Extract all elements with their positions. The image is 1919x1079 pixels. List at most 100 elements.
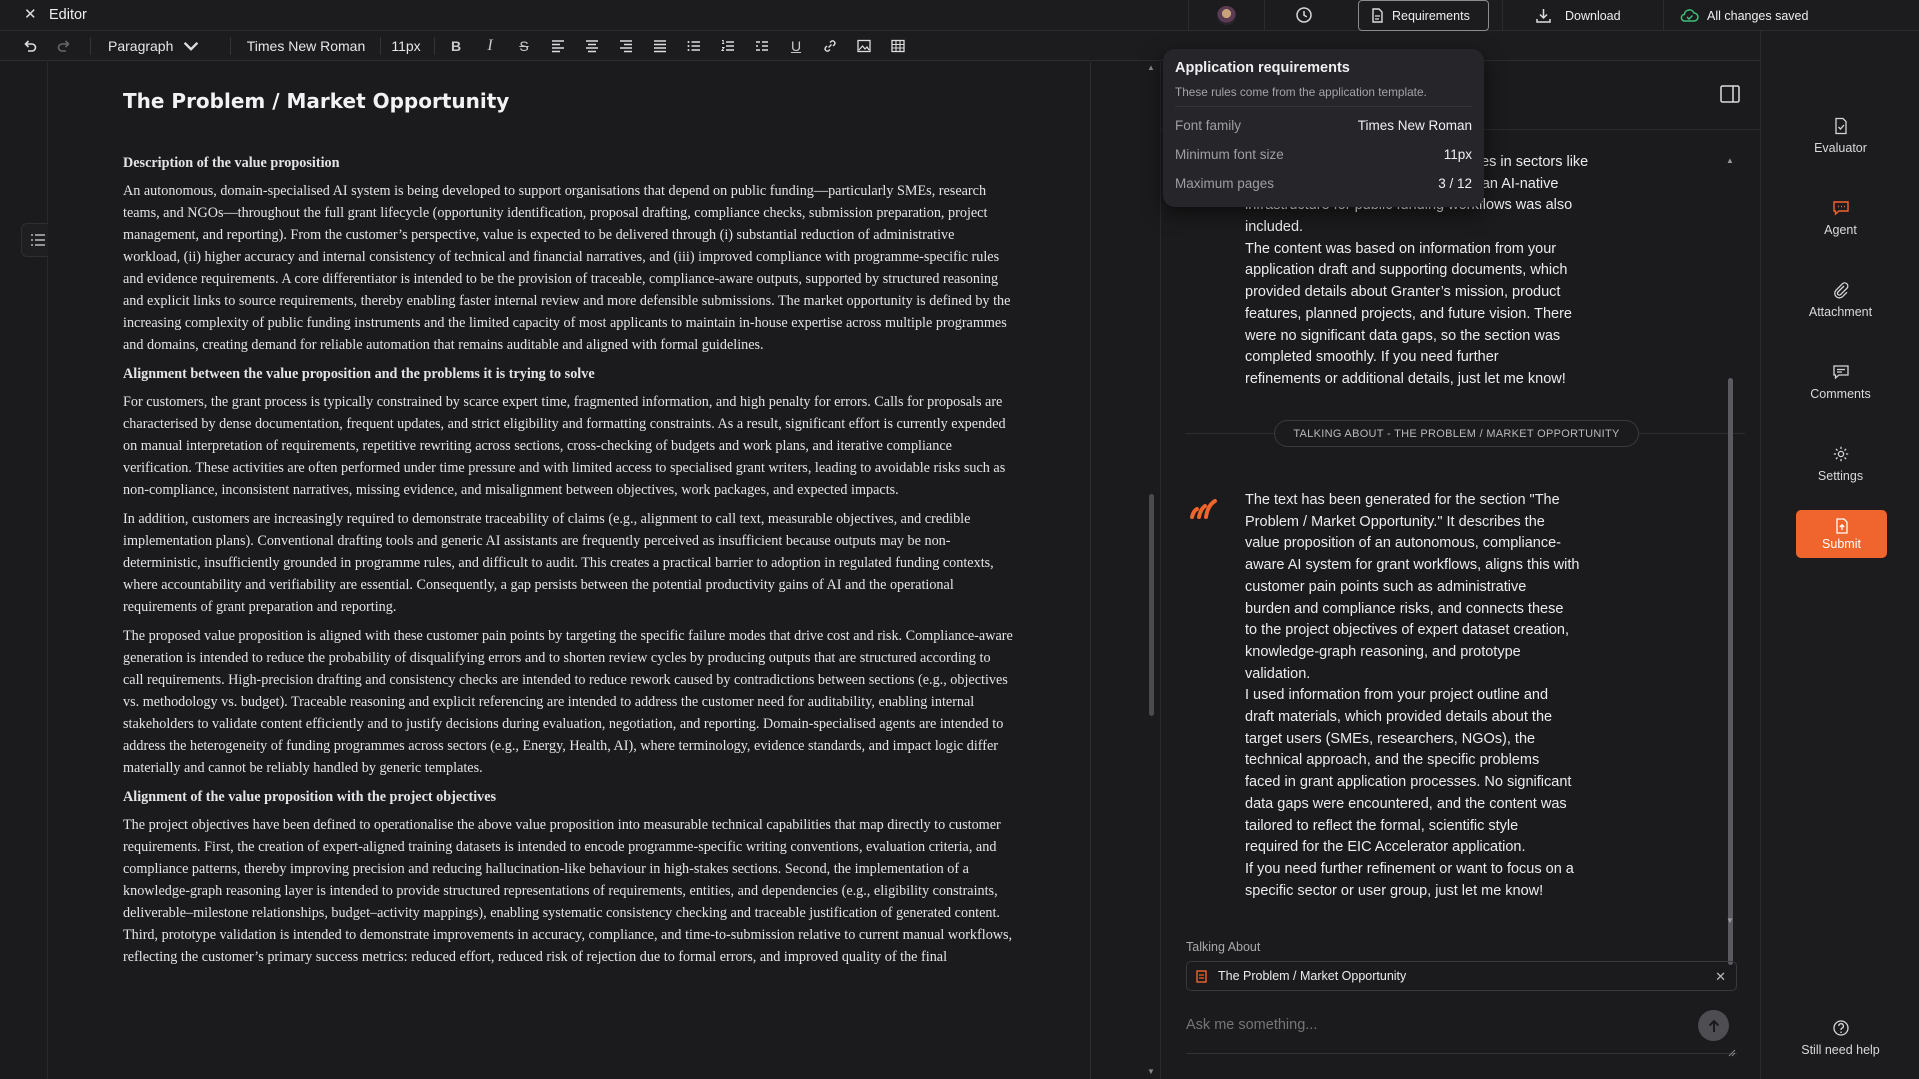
- paragraph: For customers, the grant process is typi…: [123, 394, 1006, 498]
- strikethrough-icon[interactable]: S: [514, 31, 534, 61]
- list-icon: [30, 233, 46, 247]
- message-line: validation.: [1245, 665, 1311, 682]
- italic-icon[interactable]: I: [480, 31, 500, 61]
- paragraph: In addition, customers are increasingly …: [123, 511, 994, 615]
- popup-title: Application requirements: [1175, 60, 1350, 76]
- numbered-list-icon[interactable]: [718, 31, 738, 61]
- download-button[interactable]: Download: [1535, 0, 1621, 31]
- section-heading: Description of the value proposition: [123, 155, 340, 171]
- chat-scroll-thumb[interactable]: [1728, 378, 1733, 965]
- requirement-row-font-family: Font family Times New Roman: [1175, 118, 1472, 133]
- message-line: aware AI system for grant workflows, ali…: [1245, 557, 1580, 574]
- font-size-select[interactable]: 11px: [384, 31, 428, 61]
- submit-button[interactable]: Submit: [1796, 510, 1887, 558]
- panel-toggle-icon[interactable]: [1720, 85, 1740, 108]
- rail-item-agent[interactable]: Agent: [1761, 199, 1919, 237]
- link-icon[interactable]: [820, 31, 840, 61]
- message-line: value proposition of an autonomous, comp…: [1245, 535, 1561, 552]
- message-line: completed smoothly. If you need further: [1245, 349, 1499, 366]
- top-bar: ✕ Editor Requirements Download All chang…: [0, 0, 1919, 31]
- undo-icon[interactable]: [19, 31, 41, 61]
- requirements-popup: Application requirements These rules com…: [1163, 49, 1484, 207]
- comment-icon: [1832, 363, 1850, 387]
- paragraph: The proposed value proposition is aligne…: [123, 628, 1013, 776]
- submit-document-icon: [1835, 517, 1849, 534]
- underline-icon[interactable]: U: [786, 31, 806, 61]
- section-heading: Alignment between the value proposition …: [123, 366, 595, 382]
- message-line: target users (SMEs, researchers, NGOs), …: [1245, 730, 1536, 747]
- page-title: The Problem / Market Opportunity: [123, 89, 510, 113]
- talking-about-chip: The Problem / Market Opportunity ✕: [1186, 961, 1737, 991]
- save-status: All changes saved: [1680, 0, 1808, 31]
- message-line: I used information from your project out…: [1245, 687, 1549, 704]
- message-line: features, planned projects, and future v…: [1245, 305, 1572, 322]
- message-line: If you need further refinement or want t…: [1245, 860, 1574, 877]
- chat-scrollbar[interactable]: ▲ ▼: [1723, 156, 1737, 965]
- section-heading: Alignment of the value proposition with …: [123, 789, 497, 805]
- rail-item-comments[interactable]: Comments: [1761, 363, 1919, 401]
- rail-item-evaluator[interactable]: Evaluator: [1761, 117, 1919, 155]
- document-icon: [1370, 7, 1385, 24]
- paragraph: An autonomous, domain-specialised AI sys…: [123, 183, 1011, 353]
- bold-icon[interactable]: B: [446, 31, 466, 61]
- rail-item-settings[interactable]: Settings: [1761, 445, 1919, 483]
- question-icon: [1832, 1019, 1850, 1043]
- avatar[interactable]: [1217, 6, 1236, 25]
- bullet-list-icon[interactable]: [684, 31, 704, 61]
- document-body[interactable]: Description of the value proposition An a…: [123, 146, 1013, 975]
- font-family-select[interactable]: Times New Roman: [236, 31, 376, 61]
- align-center-icon[interactable]: [582, 31, 602, 61]
- align-justify-icon[interactable]: [650, 31, 670, 61]
- remove-context-icon[interactable]: ✕: [1715, 969, 1726, 985]
- help-button[interactable]: Still need help: [1761, 1019, 1919, 1057]
- document-margin-line: [1090, 62, 1091, 1079]
- resize-handle-icon[interactable]: [1728, 1044, 1736, 1062]
- close-icon[interactable]: ✕: [24, 7, 37, 23]
- align-right-icon[interactable]: [616, 31, 636, 61]
- align-left-icon[interactable]: [548, 31, 568, 61]
- message-line: provided details about Granter’s mission…: [1245, 284, 1561, 301]
- popup-divider: [1175, 106, 1472, 107]
- talking-about-label: Talking About: [1186, 940, 1261, 954]
- message-line: customer pain points such as administrat…: [1245, 578, 1527, 595]
- document-check-icon: [1832, 117, 1850, 141]
- requirements-button[interactable]: Requirements: [1358, 0, 1489, 31]
- rail-item-attachment[interactable]: Attachment: [1761, 281, 1919, 319]
- context-divider-pill: TALKING ABOUT - THE PROBLEM / MARKET OPP…: [1274, 420, 1639, 447]
- block-type-select[interactable]: Paragraph: [100, 31, 220, 61]
- document-editor[interactable]: The Problem / Market Opportunity Descrip…: [48, 62, 1090, 1079]
- requirement-row-font-size: Minimum font size 11px: [1175, 147, 1472, 162]
- left-gutter: [0, 62, 55, 1079]
- agent-logo-icon: [1190, 496, 1219, 525]
- scroll-up-icon[interactable]: ▲: [1147, 63, 1155, 72]
- message-line: tailored to reflect the formal, scientif…: [1245, 817, 1519, 834]
- message-line: included.: [1245, 219, 1304, 235]
- chat-scroll-up-icon[interactable]: ▲: [1726, 156, 1734, 165]
- chat-bubble-icon: [1832, 199, 1850, 223]
- formatting-toolbar: Paragraph Times New Roman 11px B I S U: [0, 31, 1919, 61]
- message-line: data gaps were encountered, and the cont…: [1245, 795, 1567, 812]
- message-line: The text has been generated for the sect…: [1245, 492, 1560, 508]
- image-icon[interactable]: [854, 31, 874, 61]
- message-line: draft materials, which provided details …: [1245, 709, 1553, 726]
- popup-subtitle: These rules come from the application te…: [1175, 85, 1427, 99]
- message-line: required for the EIC Accelerator applica…: [1245, 839, 1526, 856]
- agent-chat-panel: oes in sectors like r an AI-native infra…: [1160, 62, 1761, 1079]
- chat-input[interactable]: [1186, 1012, 1666, 1038]
- redo-icon[interactable]: [53, 31, 75, 61]
- editor-scrollbar[interactable]: ▲ ▼: [1143, 62, 1159, 1079]
- indent-icon[interactable]: [752, 31, 772, 61]
- message-line: The content was based on information fro…: [1245, 240, 1557, 257]
- arrow-up-icon: [1708, 1019, 1720, 1033]
- send-button[interactable]: [1698, 1010, 1729, 1041]
- agent-message: The text has been generated for the sect…: [1245, 490, 1625, 902]
- right-rail: Evaluator Agent Attachment Comments Sett…: [1760, 31, 1919, 1079]
- message-line: technical approach, and the specific pro…: [1245, 752, 1540, 769]
- history-icon[interactable]: [1295, 6, 1313, 29]
- message-line: burden and compliance risks, and connect…: [1245, 600, 1564, 617]
- table-icon[interactable]: [888, 31, 908, 61]
- chat-input-wrapper: [1186, 1004, 1737, 1057]
- scroll-thumb[interactable]: [1149, 494, 1154, 716]
- scroll-down-icon[interactable]: ▼: [1147, 1067, 1155, 1076]
- chat-scroll-down-icon[interactable]: ▼: [1726, 916, 1734, 925]
